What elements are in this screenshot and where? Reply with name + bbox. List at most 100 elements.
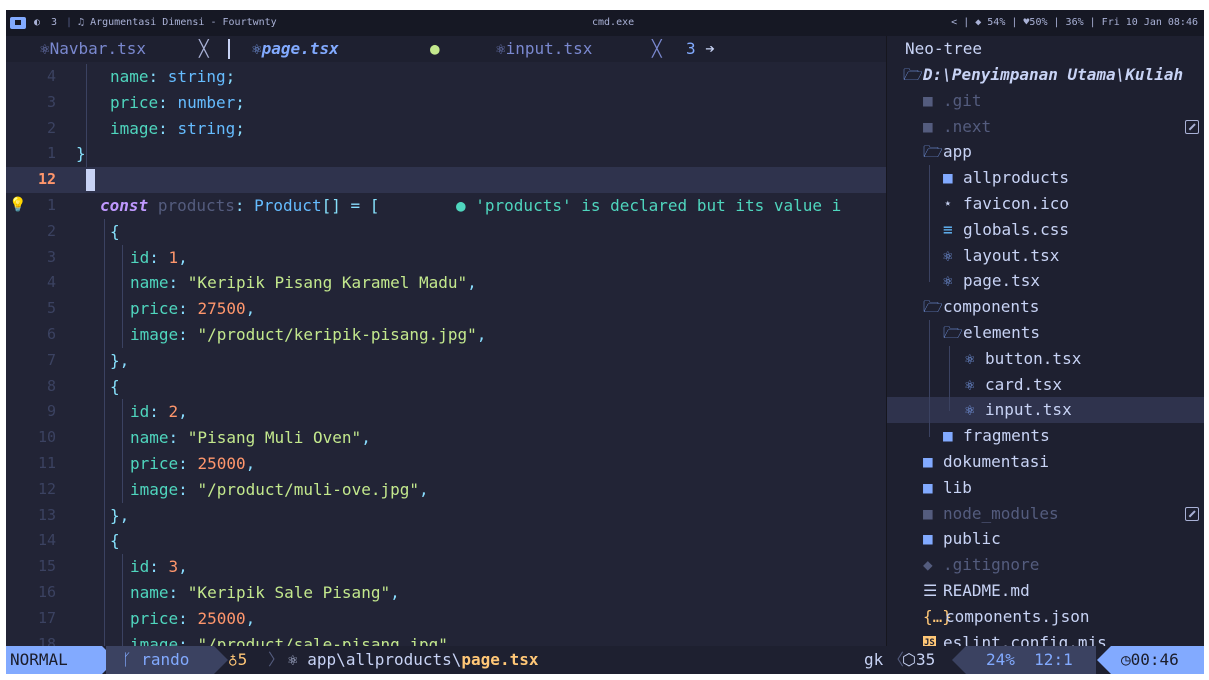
git-branch[interactable]: ᚴ rando bbox=[106, 646, 228, 674]
tree-node[interactable]: ≡ globals.css bbox=[887, 217, 1204, 243]
tree-node[interactable]: ☰ README.md bbox=[887, 578, 1204, 604]
tree-node[interactable]: ■ public bbox=[887, 526, 1204, 552]
tree-node[interactable]: ■ allproducts bbox=[887, 165, 1204, 191]
code-line[interactable]: 2{ bbox=[6, 219, 886, 245]
code-token: : bbox=[168, 428, 188, 448]
code-line[interactable]: 14 { bbox=[6, 528, 886, 554]
code-text: image: "/product/keripik-pisang.jpg", bbox=[130, 322, 486, 348]
lsp-status[interactable]: ⬡35 bbox=[902, 646, 935, 674]
tree-node[interactable]: ■ .git bbox=[887, 88, 1204, 114]
code-line[interactable]: 7}, bbox=[6, 348, 886, 374]
code-line[interactable]: 15 id: 3, bbox=[6, 554, 886, 580]
code-token: , bbox=[245, 299, 256, 319]
tree-node[interactable]: ⚛ button.tsx bbox=[887, 346, 1204, 372]
modified-dot-icon[interactable]: ● bbox=[430, 36, 440, 62]
react-icon: ⚛ bbox=[40, 39, 50, 58]
code-token: price bbox=[130, 454, 179, 473]
code-text: id: 3, bbox=[130, 554, 188, 580]
close-icon[interactable]: ╳ bbox=[652, 36, 662, 62]
tree-node-label: favicon.ico bbox=[963, 194, 1069, 213]
tree-node-label: .gitignore bbox=[943, 555, 1040, 575]
code-line[interactable]: 6 image: "/product/keripik-pisang.jpg", bbox=[6, 322, 886, 348]
code-token: : bbox=[158, 118, 178, 138]
tree-node[interactable]: ⚛ card.tsx bbox=[887, 372, 1204, 398]
code-editor[interactable]: 4 name: string; 3 price: number; 2 image: str… bbox=[6, 62, 886, 658]
tree-node-label: components.json bbox=[945, 606, 1090, 626]
tab-label: Navbar.tsx bbox=[49, 39, 146, 58]
tree-node[interactable]: ■ .next bbox=[887, 114, 1204, 140]
code-line[interactable]: 3 price: number; bbox=[6, 90, 886, 116]
tree-node[interactable]: 🗁 app bbox=[887, 139, 1204, 165]
current-line[interactable]: 12 bbox=[6, 167, 886, 193]
now-playing-title: Argumentasi Dimensi - Fourtwnty bbox=[90, 17, 277, 28]
code-line[interactable]: 1} bbox=[6, 141, 886, 167]
code-line[interactable]: 17 price: 25000, bbox=[6, 606, 886, 632]
close-icon[interactable]: ╳ bbox=[199, 36, 209, 62]
code-line[interactable]: 13}, bbox=[6, 503, 886, 529]
code-token: : bbox=[149, 247, 169, 267]
code-token: 3 bbox=[168, 557, 179, 577]
tree-node[interactable]: ⚛ page.tsx bbox=[887, 268, 1204, 294]
neo-tree-sidebar[interactable]: Neo-tree 🗁 D:\Penyimpanan Utama\Kuliah ■ .g… bbox=[886, 36, 1204, 652]
code-token: "Keripik Sale Pisang" bbox=[187, 583, 391, 602]
tree-node[interactable]: ⚛ input.tsx bbox=[887, 397, 1204, 424]
code-line[interactable]: 4 name: string; bbox=[6, 64, 886, 90]
text-cursor bbox=[86, 169, 95, 192]
tree-node[interactable]: 🗁 D:\Penyimpanan Utama\Kuliah bbox=[887, 62, 1204, 88]
code-token: , bbox=[119, 350, 130, 370]
diagnostics-count[interactable]: ♁5 bbox=[228, 646, 247, 674]
tree-node-label: app bbox=[943, 142, 972, 162]
code-text: id: 2, bbox=[130, 399, 188, 425]
tree-node[interactable]: ⚛ layout.tsx bbox=[887, 243, 1204, 269]
code-token: : bbox=[168, 583, 188, 602]
tree-node[interactable]: ■ node_modules bbox=[887, 501, 1204, 527]
code-line[interactable]: 9 id: 2, bbox=[6, 399, 886, 425]
code-line[interactable]: 3 id: 1, bbox=[6, 245, 886, 271]
code-text: { bbox=[110, 528, 120, 554]
tree-node[interactable]: ◆ .gitignore bbox=[887, 552, 1204, 578]
code-line[interactable]: 8{ bbox=[6, 374, 886, 400]
tree-node[interactable]: ■ fragments bbox=[887, 423, 1204, 449]
folder-icon: 🗁 bbox=[923, 142, 943, 162]
tree-node[interactable]: 🗁 components bbox=[887, 294, 1204, 320]
tree-node[interactable]: ■ dokumentasi bbox=[887, 449, 1204, 475]
tree-node[interactable]: ⋆ favicon.ico bbox=[887, 191, 1204, 217]
half-circle-icon[interactable]: ◐ bbox=[34, 10, 40, 36]
code-token: } bbox=[110, 505, 120, 525]
tab-page-tsx[interactable]: ⚛page.tsx bbox=[252, 36, 339, 62]
tree-indent-guide bbox=[949, 345, 950, 412]
indent-guide bbox=[86, 64, 87, 168]
code-token: : bbox=[178, 299, 198, 319]
code-line[interactable]: 4 name: "Keripik Pisang Karamel Madu", bbox=[6, 270, 886, 296]
clock: ◷00:46 bbox=[1097, 646, 1204, 674]
tab-navbar-tsx[interactable]: ⚛Navbar.tsx bbox=[40, 36, 146, 62]
terminal-app-icon[interactable] bbox=[10, 17, 26, 29]
indent-guide bbox=[122, 399, 123, 503]
code-text: price: 25000, bbox=[130, 451, 255, 477]
code-token: : bbox=[149, 557, 169, 577]
code-line[interactable]: 2 image: string; bbox=[6, 116, 886, 142]
code-token: 1 bbox=[168, 247, 179, 267]
code-token: 2 bbox=[168, 402, 179, 422]
tree-node[interactable]: 🗁 elements bbox=[887, 320, 1204, 346]
code-line[interactable]: 11 price: 25000, bbox=[6, 451, 886, 477]
clock-icon: ◷ bbox=[1121, 650, 1131, 669]
tree-node-label: .git bbox=[943, 90, 982, 110]
code-line[interactable]: 16 name: "Keripik Sale Pisang", bbox=[6, 580, 886, 606]
now-playing[interactable]: ♫ Argumentasi Dimensi - Fourtwnty bbox=[78, 10, 277, 36]
line-number: 15 bbox=[37, 557, 56, 576]
diagnostic-virtual-text[interactable]: ● 'products' is declared but its value i bbox=[456, 193, 841, 219]
terminal-window: ◐ 3 | ♫ Argumentasi Dimensi - Fourtwnty … bbox=[6, 10, 1204, 674]
hidden-tab-count: 3 bbox=[686, 39, 696, 58]
code-token: , bbox=[178, 557, 188, 577]
code-line[interactable]: 💡 1 const products: Product[] = [● 'produc… bbox=[6, 193, 886, 219]
more-tabs-indicator[interactable]: 3 ➔ bbox=[686, 36, 715, 62]
workspace-number[interactable]: 3 bbox=[51, 10, 57, 36]
tab-input-tsx[interactable]: ⚛input.tsx bbox=[496, 36, 592, 62]
tree-node[interactable]: {…} components.json bbox=[887, 604, 1204, 630]
code-line[interactable]: 5 price: 27500, bbox=[6, 296, 886, 322]
tree-node[interactable]: ■ lib bbox=[887, 475, 1204, 501]
code-line[interactable]: 12 image: "/product/muli-ove.jpg", bbox=[6, 477, 886, 503]
code-line[interactable]: 10 name: "Pisang Muli Oven", bbox=[6, 425, 886, 451]
